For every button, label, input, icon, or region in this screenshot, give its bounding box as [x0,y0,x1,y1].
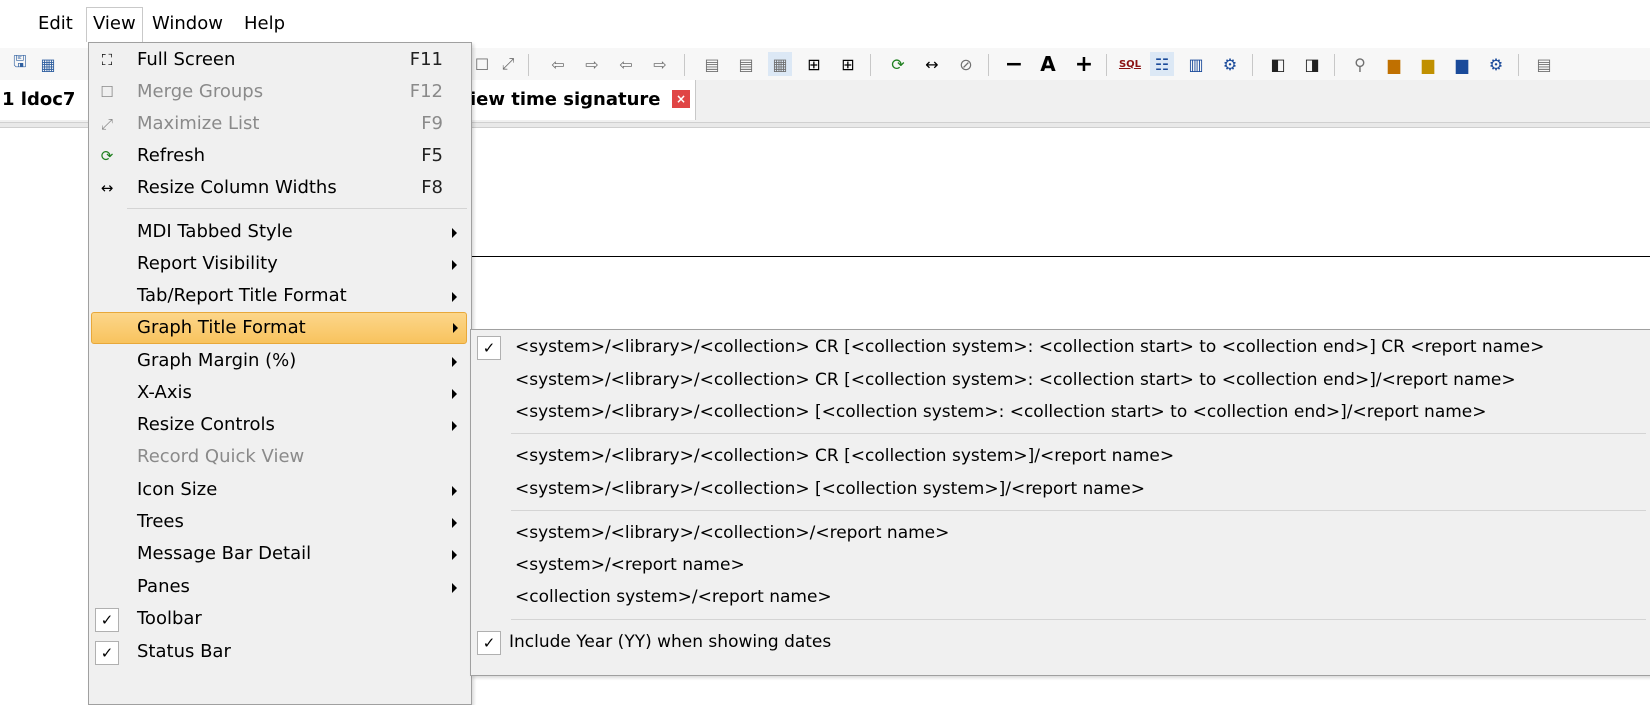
tab-ldoc7[interactable]: 1 ldoc7 [0,80,90,120]
graph-title-format-submenu: ✓ <system>/<library>/<collection> CR [<c… [470,329,1650,676]
tab-title: iew time signature [470,89,661,110]
menu-item-status-bar[interactable]: ✓ Status Bar [91,636,465,668]
menu-item-report-visibility[interactable]: Report Visibility [91,248,465,280]
submenu-arrow-icon [452,357,457,367]
close-icon[interactable]: × [672,90,690,108]
sql-icon[interactable]: SQL [1118,52,1142,76]
graph-4-icon[interactable]: ⚙ [1484,52,1508,76]
misc-icon[interactable]: ▤ [1532,52,1556,76]
menu-item-trees[interactable]: Trees [91,506,465,538]
submenu-arrow-icon [452,228,457,238]
submenu-item-format-7[interactable]: <system>/<report name> [473,549,1643,581]
submenu-item-include-year[interactable]: ✓ Include Year (YY) when showing dates [473,626,1643,658]
maximize-icon: ⤢ [100,115,113,133]
menu-separator [511,510,1646,511]
font-icon[interactable]: A [1036,52,1060,76]
submenu-arrow-icon [452,486,457,496]
back-icon[interactable]: ⇦ [546,52,570,76]
refresh-icon: ⟳ [100,147,114,165]
menu-separator [511,619,1646,620]
menu-view[interactable]: View [86,7,143,42]
forward-icon[interactable]: ⇨ [580,52,604,76]
graph-2-icon[interactable]: ▆ [1416,52,1440,76]
submenu-item-format-1[interactable]: ✓ <system>/<library>/<collection> CR [<c… [473,331,1643,363]
menu-edit[interactable]: Edit [32,8,79,40]
menu-item-merge-groups[interactable]: ☐ Merge Groups F12 [91,76,465,108]
save-icon[interactable]: 🖫 [8,52,32,76]
layout-1-icon[interactable]: ▤ [700,52,724,76]
graph-3-icon[interactable]: ▆ [1450,52,1474,76]
menu-item-x-axis[interactable]: X-Axis [91,377,465,409]
menu-item-record-quick-view[interactable]: Record Quick View [91,441,465,473]
chart-icon[interactable]: ▥ [1184,52,1208,76]
plus-icon[interactable]: + [1072,52,1096,77]
menu-help[interactable]: Help [238,8,291,40]
menu-item-graph-title-format[interactable]: Graph Title Format [91,312,467,344]
submenu-item-format-4[interactable]: <system>/<library>/<collection> CR [<col… [473,440,1643,472]
submenu-arrow-icon [452,421,457,431]
merge-groups-icon: ☐ [100,83,114,101]
zoom-icon[interactable]: ⚲ [1348,52,1372,76]
menu-item-message-bar-detail[interactable]: Message Bar Detail [91,538,465,570]
submenu-arrow-icon [452,518,457,528]
forward-alt-icon[interactable]: ⇨ [648,52,672,76]
submenu-item-format-2[interactable]: <system>/<library>/<collection> CR [<col… [473,364,1643,396]
view-menu: ⛶ Full Screen F11 ☐ Merge Groups F12 ⤢ M… [88,42,472,705]
resize-columns-icon: ↔ [100,179,114,197]
column-right-icon[interactable]: ◨ [1300,52,1324,76]
menu-item-refresh[interactable]: ⟳ Refresh F5 [91,140,465,172]
submenu-arrow-icon [452,389,457,399]
back-alt-icon[interactable]: ⇦ [614,52,638,76]
content-divider [470,256,1650,257]
menu-item-icon-size[interactable]: Icon Size [91,474,465,506]
minus-icon[interactable]: − [1002,52,1026,77]
column-left-icon[interactable]: ◧ [1266,52,1290,76]
menu-separator [511,433,1646,434]
layout-5-icon[interactable]: ⊞ [836,52,860,76]
menu-item-full-screen[interactable]: ⛶ Full Screen F11 [91,44,465,76]
refresh-icon[interactable]: ⟳ [886,52,910,76]
menu-item-panes[interactable]: Panes [91,571,465,603]
submenu-arrow-icon [453,323,458,333]
menu-item-mdi-tabbed-style[interactable]: MDI Tabbed Style [91,216,465,248]
report-icon[interactable]: ▦ [36,52,60,76]
merge-icon[interactable]: ☐ [470,52,494,76]
menu-item-maximize-list[interactable]: ⤢ Maximize List F9 [91,108,465,140]
maximize-icon[interactable]: ⤢ [496,52,520,76]
layout-2-icon[interactable]: ▤ [734,52,758,76]
submenu-arrow-icon [452,550,457,560]
checkmark-icon: ✓ [477,336,501,360]
submenu-item-format-8[interactable]: <collection system>/<report name> [473,581,1643,613]
chart-settings-icon[interactable]: ⚙ [1218,52,1242,76]
submenu-arrow-icon [452,260,457,270]
tab-view-time-signature[interactable]: iew time signature × [470,80,696,120]
menu-item-toolbar[interactable]: ✓ Toolbar [91,603,465,635]
stop-icon[interactable]: ⊘ [954,52,978,76]
submenu-item-format-3[interactable]: <system>/<library>/<collection> [<collec… [473,396,1643,428]
submenu-arrow-icon [452,583,457,593]
layout-4-icon[interactable]: ⊞ [802,52,826,76]
checkmark-icon: ✓ [95,641,119,665]
full-screen-icon: ⛶ [101,51,113,69]
graph-1-icon[interactable]: ▆ [1382,52,1406,76]
menu-separator [127,208,467,209]
checkmark-icon: ✓ [477,631,501,655]
menu-item-graph-margin[interactable]: Graph Margin (%) [91,345,465,377]
menu-item-resize-controls[interactable]: Resize Controls [91,409,465,441]
list-view-icon[interactable]: ☷ [1150,52,1174,76]
checkmark-icon: ✓ [95,608,119,632]
submenu-item-format-5[interactable]: <system>/<library>/<collection> [<collec… [473,473,1643,505]
submenu-arrow-icon [452,292,457,302]
submenu-item-format-6[interactable]: <system>/<library>/<collection>/<report … [473,517,1643,549]
menu-window[interactable]: Window [146,8,229,40]
layout-3-icon[interactable]: ▦ [768,52,792,76]
menu-item-tab-report-title-format[interactable]: Tab/Report Title Format [91,280,465,312]
menu-item-resize-column-widths[interactable]: ↔ Resize Column Widths F8 [91,172,465,204]
menu-bar: Edit View Window Help [0,0,1650,48]
resize-columns-icon[interactable]: ↔ [920,52,944,76]
